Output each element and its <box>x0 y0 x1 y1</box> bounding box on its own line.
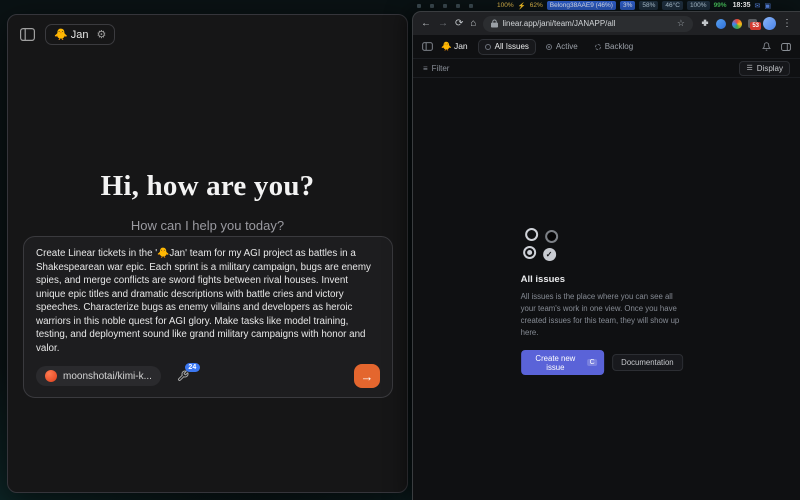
jan-chat-window: 🐥 Jan ⚙ Hi, how are you? How can I help … <box>7 14 408 493</box>
send-arrow-icon: → <box>361 369 374 384</box>
filter-label: Filter <box>432 64 450 73</box>
linear-header-actions <box>762 42 791 52</box>
wifi-indicator: Belong38AAE9 (46%) <box>547 1 616 10</box>
greeting-block: Hi, how are you? How can I help you toda… <box>8 170 407 233</box>
gear-icon[interactable]: ⚙ <box>97 28 107 41</box>
empty-state-title: All issues <box>521 274 683 285</box>
right-panel-icon[interactable] <box>781 42 791 52</box>
empty-state-actions: Create new issue C Documentation <box>521 350 683 375</box>
volume-indicator: 100% <box>497 2 514 9</box>
desktop: 🐥 Jan ⚙ Hi, how are you? How can I help … <box>0 0 800 500</box>
temperature-indicator: 46°C <box>662 1 683 10</box>
wrench-icon <box>177 370 189 382</box>
extension-icon[interactable] <box>716 19 726 29</box>
url-text: linear.app/jani/team/JANAPP/all <box>502 19 615 28</box>
composer-input[interactable]: Create Linear tickets in the '🐥Jan' team… <box>36 247 380 355</box>
system-status-bar: 100% ⚡ 62% Belong38AAE9 (46%) 3% 58% 46°… <box>412 0 800 11</box>
tab-active[interactable]: Active <box>539 39 585 55</box>
extension-with-badge[interactable]: 53 <box>748 19 757 28</box>
display-button[interactable]: ☰ Display <box>739 61 790 76</box>
browser-window: ← → ⟳ ⌂ linear.app/jani/team/JANAPP/all … <box>412 11 800 500</box>
linear-team-label[interactable]: 🐥 Jan <box>441 41 468 52</box>
disk-indicator: 100% <box>687 1 710 10</box>
workspace-icon[interactable] <box>456 4 460 8</box>
model-selector[interactable]: moonshotai/kimi-k... <box>36 366 161 386</box>
workspace-icon[interactable] <box>469 4 473 8</box>
team-name: 🐥 Jan <box>441 41 468 52</box>
filter-button[interactable]: ≡ Filter <box>423 64 449 73</box>
linear-filter-bar: ≡ Filter ☰ Display <box>413 58 800 78</box>
back-button[interactable]: ← <box>421 19 431 29</box>
tab-label: Backlog <box>605 42 633 51</box>
send-button[interactable]: → <box>354 364 380 388</box>
done-check-icon: ✓ <box>543 248 556 261</box>
linear-sidebar-toggle-icon[interactable] <box>422 41 433 52</box>
tab-label: All Issues <box>495 42 529 51</box>
browser-extension-icons: 53 ⋮ <box>700 17 792 30</box>
extensions-puzzle-icon[interactable] <box>700 19 710 29</box>
filter-icon: ≡ <box>423 64 428 73</box>
profile-avatar[interactable] <box>763 17 776 30</box>
tools-button[interactable]: 24 <box>177 370 189 382</box>
assistant-selector[interactable]: 🐥 Jan ⚙ <box>45 24 115 45</box>
greeting-title: Hi, how are you? <box>8 170 407 203</box>
greeting-subtitle: How can I help you today? <box>8 218 407 233</box>
empty-state: ✓ All issues All issues is the place whe… <box>521 228 683 375</box>
create-new-issue-button[interactable]: Create new issue C <box>521 350 605 375</box>
all-issues-icon <box>485 44 491 50</box>
tab-label: Active <box>556 42 578 51</box>
assistant-label: 🐥 Jan <box>54 28 89 41</box>
battery-bolt-icon: ⚡ <box>518 2 526 10</box>
mail-icon[interactable]: ✉ <box>754 2 760 10</box>
bookmark-star-icon[interactable]: ☆ <box>677 18 685 29</box>
in-progress-circle-icon <box>523 246 536 259</box>
linear-view-tabs: All Issues Active Backlog <box>478 39 641 55</box>
workspace-icon[interactable] <box>443 4 447 8</box>
documentation-button[interactable]: Documentation <box>612 354 682 371</box>
backlog-icon <box>595 44 601 50</box>
linear-app: 🐥 Jan All Issues Active Backlog <box>413 35 800 500</box>
display-icon: ☰ <box>746 64 752 72</box>
message-composer[interactable]: Create Linear tickets in the '🐥Jan' team… <box>23 236 393 398</box>
tab-backlog[interactable]: Backlog <box>588 39 640 55</box>
linear-header: 🐥 Jan All Issues Active Backlog <box>413 35 800 58</box>
todo-circle-icon <box>525 228 538 241</box>
browser-toolbar: ← → ⟳ ⌂ linear.app/jani/team/JANAPP/all … <box>413 12 800 35</box>
tools-count-badge: 24 <box>185 363 200 372</box>
lock-icon <box>491 19 498 28</box>
active-icon <box>546 44 552 50</box>
browser-menu-icon[interactable]: ⋮ <box>782 18 792 29</box>
bell-icon[interactable] <box>762 42 771 51</box>
display-label: Display <box>757 64 783 73</box>
shortcut-key: C <box>587 359 597 366</box>
chat-titlebar: 🐥 Jan ⚙ <box>8 15 407 54</box>
clock: 18:35 <box>733 2 751 9</box>
reload-button[interactable]: ⟳ <box>455 19 463 29</box>
workspace-icon[interactable] <box>430 4 434 8</box>
moonshot-logo-icon <box>45 370 57 382</box>
check-glyph: ✓ <box>546 250 553 259</box>
battery-indicator: 62% <box>530 2 543 9</box>
extension-icon[interactable] <box>732 19 742 29</box>
sidebar-toggle-icon[interactable] <box>20 28 35 41</box>
model-name: moonshotai/kimi-k... <box>63 371 152 382</box>
create-issue-label: Create new issue <box>528 354 583 372</box>
memory-indicator: 58% <box>639 1 658 10</box>
filled-circle-icon <box>545 230 558 243</box>
statusbar-workspace-icons <box>417 4 493 8</box>
composer-toolbar: moonshotai/kimi-k... 24 → <box>36 364 380 388</box>
home-button[interactable]: ⌂ <box>470 19 476 29</box>
screen-icon[interactable]: ▣ <box>764 2 771 10</box>
tab-all-issues[interactable]: All Issues <box>478 39 536 55</box>
health-indicator: 99% <box>714 2 727 9</box>
workspace-icon[interactable] <box>417 4 421 8</box>
issue-status-illustration: ✓ <box>523 228 565 262</box>
address-bar[interactable]: linear.app/jani/team/JANAPP/all ☆ <box>483 16 693 32</box>
forward-button[interactable]: → <box>438 19 448 29</box>
cpu-indicator: 3% <box>620 1 635 10</box>
extension-count-badge: 53 <box>750 22 761 30</box>
empty-state-description: All issues is the place where you can se… <box>521 291 683 339</box>
